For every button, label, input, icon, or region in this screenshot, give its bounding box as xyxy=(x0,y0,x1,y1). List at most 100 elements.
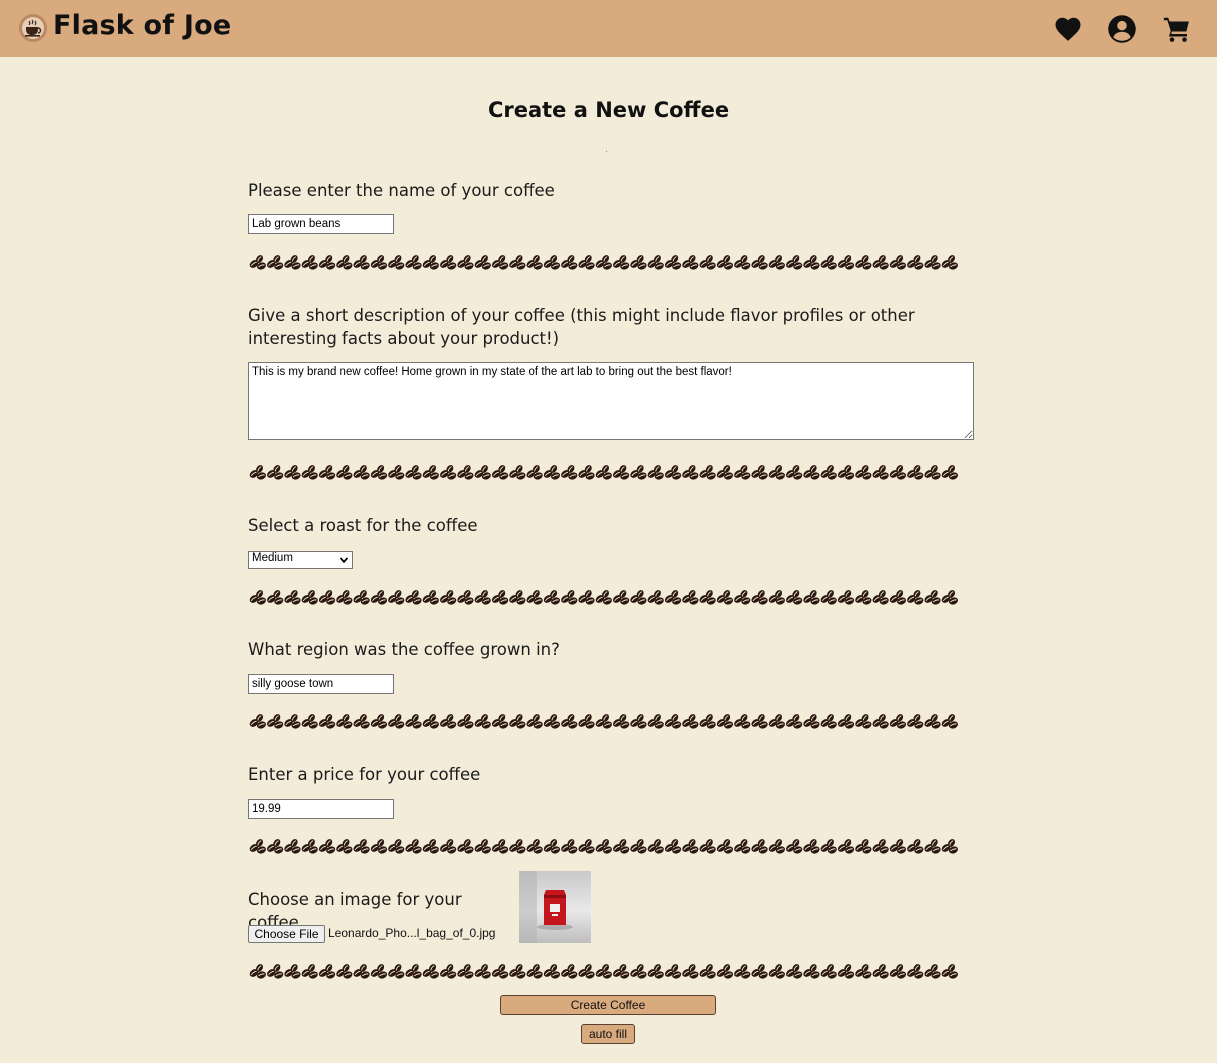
coffee-beans-icon xyxy=(664,255,682,270)
auto-fill-button[interactable]: auto fill xyxy=(581,1024,635,1044)
coffee-beans-icon xyxy=(803,590,820,605)
coffee-beans-icon xyxy=(837,465,855,480)
coffee-beans-icon xyxy=(907,590,924,605)
coffee-beans-icon xyxy=(284,714,301,729)
coffee-beans-icon xyxy=(907,465,924,480)
coffee-beans-icon xyxy=(837,590,855,605)
coffee-beans-icon xyxy=(855,255,872,270)
coffee-beans-icon xyxy=(647,255,664,270)
coffee-beans-icon xyxy=(353,839,370,854)
coffee-beans-icon xyxy=(440,714,457,729)
create-coffee-button[interactable]: Create Coffee xyxy=(500,995,716,1015)
coffee-beans-icon xyxy=(682,964,699,979)
coffee-beans-icon xyxy=(440,465,457,480)
coffee-beans-icon xyxy=(820,465,837,480)
coffee-beans-icon xyxy=(440,964,457,979)
roast-select[interactable]: Medium xyxy=(248,551,353,569)
coffee-beans-icon xyxy=(768,465,785,480)
coffee-beans-icon xyxy=(682,465,699,480)
coffee-beans-icon xyxy=(613,714,630,729)
coffee-beans-icon xyxy=(647,590,664,605)
coffee-beans-icon xyxy=(924,714,941,729)
coffee-beans-icon xyxy=(422,964,439,979)
coffee-beans-icon xyxy=(872,714,889,729)
coffee-beans-icon xyxy=(457,839,474,854)
coffee-beans-icon xyxy=(820,714,837,729)
region-input[interactable] xyxy=(248,674,394,694)
coffee-beans-icon xyxy=(855,839,872,854)
coffee-beans-icon xyxy=(699,590,716,605)
coffee-beans-icon xyxy=(872,964,889,979)
coffee-beans-icon xyxy=(509,255,526,270)
user-circle-icon[interactable] xyxy=(1107,14,1137,44)
coffee-beans-icon xyxy=(267,839,284,854)
coffee-beans-icon xyxy=(889,839,907,854)
coffee-beans-icon xyxy=(837,255,855,270)
coffee-beans-icon xyxy=(630,714,647,729)
shopping-cart-icon[interactable] xyxy=(1162,14,1192,44)
coffee-beans-icon xyxy=(855,590,872,605)
coffee-beans-icon xyxy=(647,714,664,729)
coffee-beans-icon xyxy=(595,255,612,270)
coffee-beans-icon xyxy=(267,714,284,729)
coffee-beans-icon xyxy=(388,839,405,854)
price-input[interactable] xyxy=(248,799,394,819)
coffee-beans-icon xyxy=(353,714,370,729)
coffee-beans-icon xyxy=(907,964,924,979)
coffee-beans-icon xyxy=(405,714,422,729)
coffee-beans-divider xyxy=(248,461,958,481)
choose-file-button[interactable]: Choose File xyxy=(248,925,325,943)
coffee-beans-icon xyxy=(595,839,612,854)
coffee-beans-icon xyxy=(716,714,734,729)
coffee-beans-icon xyxy=(249,839,266,854)
coffee-beans-icon xyxy=(907,255,924,270)
coffee-beans-icon xyxy=(578,255,595,270)
description-textarea[interactable]: This is my brand new coffee! Home grown … xyxy=(248,362,974,440)
coffee-beans-icon xyxy=(664,465,682,480)
coffee-beans-icon xyxy=(370,964,388,979)
coffee-beans-icon xyxy=(682,714,699,729)
coffee-beans-icon xyxy=(872,590,889,605)
heart-icon[interactable] xyxy=(1053,14,1083,44)
coffee-beans-icon xyxy=(561,465,578,480)
coffee-beans-icon xyxy=(751,714,768,729)
coffee-beans-icon xyxy=(336,839,353,854)
coffee-beans-icon xyxy=(422,465,439,480)
coffee-beans-icon xyxy=(249,964,266,979)
coffee-beans-icon xyxy=(336,714,353,729)
chevron-down-icon xyxy=(339,557,349,564)
coffee-beans-icon xyxy=(284,255,301,270)
coffee-beans-icon xyxy=(474,839,491,854)
coffee-beans-icon xyxy=(578,964,595,979)
coffee-beans-icon xyxy=(907,839,924,854)
coffee-beans-divider xyxy=(248,251,958,271)
coffee-beans-icon xyxy=(734,590,751,605)
coffee-beans-icon xyxy=(751,255,768,270)
name-input[interactable] xyxy=(248,214,394,234)
coffee-cup-icon[interactable] xyxy=(18,13,48,43)
coffee-beans-icon xyxy=(336,590,353,605)
coffee-beans-icon xyxy=(526,964,543,979)
coffee-beans-icon xyxy=(924,255,941,270)
coffee-beans-icon xyxy=(630,964,647,979)
coffee-beans-icon xyxy=(318,839,336,854)
coffee-beans-icon xyxy=(543,255,561,270)
coffee-beans-icon xyxy=(924,964,941,979)
coffee-beans-icon xyxy=(267,964,284,979)
coffee-beans-icon xyxy=(440,255,457,270)
coffee-beans-icon xyxy=(370,839,388,854)
coffee-beans-icon xyxy=(613,465,630,480)
coffee-beans-icon xyxy=(578,465,595,480)
brand-title[interactable]: Flask of Joe xyxy=(53,10,231,41)
coffee-beans-icon xyxy=(941,714,958,729)
coffee-beans-icon xyxy=(924,590,941,605)
coffee-beans-divider xyxy=(248,960,958,980)
roast-selected-value: Medium xyxy=(252,552,293,564)
coffee-beans-icon xyxy=(803,255,820,270)
coffee-beans-icon xyxy=(526,465,543,480)
coffee-beans-icon xyxy=(941,465,958,480)
coffee-beans-icon xyxy=(509,714,526,729)
description-label: Give a short description of your coffee … xyxy=(248,306,915,348)
coffee-beans-icon xyxy=(370,255,388,270)
coffee-beans-icon xyxy=(457,255,474,270)
